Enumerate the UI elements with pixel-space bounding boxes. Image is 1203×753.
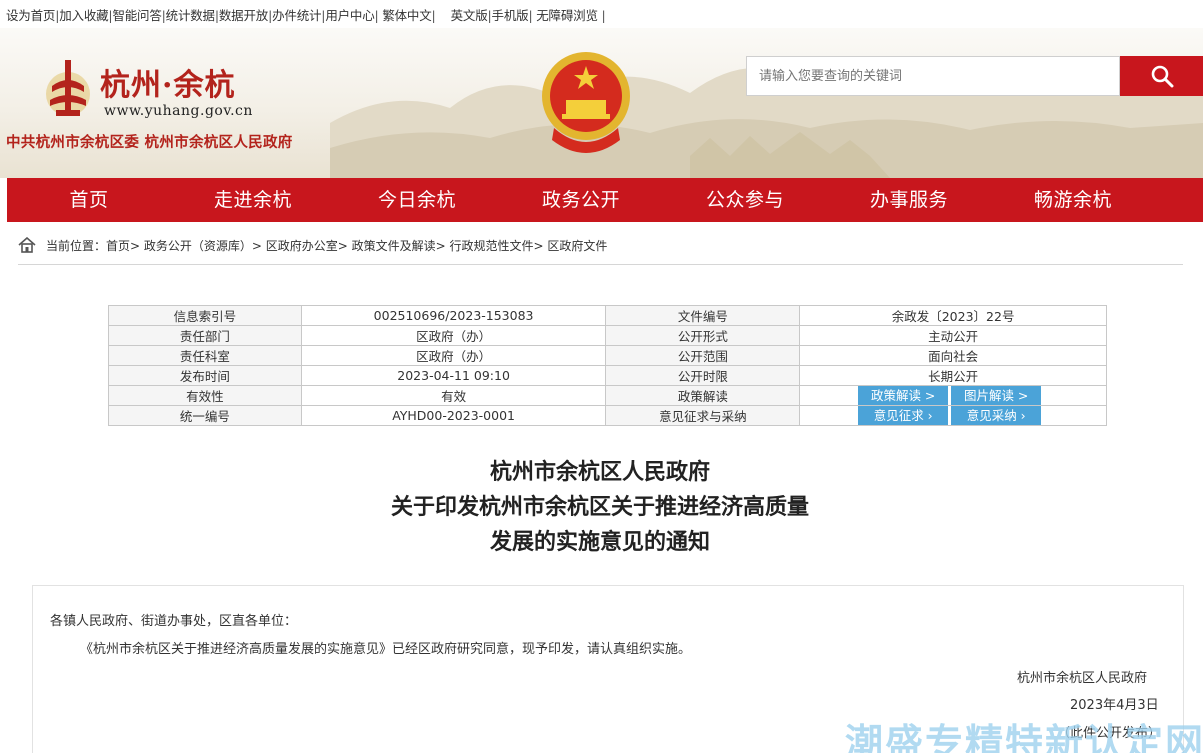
table-row: 有效性 有效 政策解读 政策解读 > 图片解读 > <box>108 385 1107 406</box>
document-title: 杭州市余杭区人民政府 关于印发杭州市余杭区关于推进经济高质量 发展的实施意见的通… <box>250 455 950 560</box>
nav-home[interactable]: 首页 <box>7 178 171 222</box>
label-validity: 有效性 <box>108 385 302 406</box>
search-input[interactable] <box>747 57 1119 95</box>
label-disclosure-period: 公开时限 <box>605 365 801 386</box>
policy-interpretation-button[interactable]: 政策解读 > <box>858 386 949 405</box>
link-english[interactable]: 英文版 <box>451 8 488 23</box>
table-row: 发布时间 2023-04-11 09:10 公开时限 长期公开 <box>108 365 1107 386</box>
label-office: 责任科室 <box>108 345 302 366</box>
link-user-center[interactable]: 用户中心 <box>325 8 374 23</box>
title-line-2: 关于印发杭州市余杭区关于推进经济高质量 <box>390 495 809 520</box>
nav-tourism[interactable]: 畅游余杭 <box>991 178 1155 222</box>
link-traditional-chinese[interactable]: 繁体中文 <box>382 8 431 23</box>
national-emblem-icon <box>542 52 630 153</box>
nav-government-affairs[interactable]: 政务公开 <box>499 178 663 222</box>
picture-interpretation-button[interactable]: 图片解读 > <box>951 386 1042 405</box>
table-row: 责任部门 区政府（办） 公开形式 主动公开 <box>108 325 1107 346</box>
link-case-stats[interactable]: 办件统计 <box>272 8 321 23</box>
label-opinion-solicitation: 意见征求与采纳 <box>605 405 801 426</box>
value-publish-time: 2023-04-11 09:10 <box>300 365 607 386</box>
value-disclosure-form: 主动公开 <box>799 325 1107 346</box>
location-icon <box>18 237 36 253</box>
value-disclosure-period: 长期公开 <box>799 365 1107 386</box>
label-index-number: 信息索引号 <box>108 305 302 326</box>
title-line-1: 杭州市余杭区人民政府 <box>489 460 710 485</box>
top-links-bar: 设为首页|加入收藏|智能问答|统计数据|数据开放|办件统计|用户中心| 繁体中文… <box>6 8 606 23</box>
value-unified-number: AYHD00-2023-0001 <box>300 405 607 426</box>
nav-services[interactable]: 办事服务 <box>827 178 991 222</box>
opinion-buttons-cell: 意见征求 › 意见采纳 › <box>799 405 1107 426</box>
nav-public-participation[interactable]: 公众参与 <box>663 178 827 222</box>
breadcrumb-path[interactable]: 当前位置：首页> 政务公开（资源库）> 区政府办公室> 政策文件及解读> 行政规… <box>46 237 607 254</box>
value-disclosure-scope: 面向社会 <box>799 345 1107 366</box>
label-disclosure-form: 公开形式 <box>605 325 801 346</box>
search-icon <box>1151 65 1173 88</box>
document-info-table: 信息索引号 002510696/2023-153083 文件编号 余政发〔202… <box>108 305 1107 426</box>
search-button[interactable] <box>1120 56 1203 96</box>
value-index-number: 002510696/2023-153083 <box>300 305 607 326</box>
nav-about-yuhang[interactable]: 走进余杭 <box>171 178 335 222</box>
search-box <box>746 56 1120 96</box>
link-mobile[interactable]: 手机版 <box>492 8 529 23</box>
label-publish-time: 发布时间 <box>108 365 302 386</box>
table-row: 统一编号 AYHD00-2023-0001 意见征求与采纳 意见征求 › 意见采纳… <box>108 405 1107 426</box>
breadcrumb: 当前位置：首页> 政务公开（资源库）> 区政府办公室> 政策文件及解读> 行政规… <box>18 235 607 255</box>
link-set-homepage[interactable]: 设为首页 <box>6 8 55 23</box>
yuhang-logo-icon <box>46 60 90 116</box>
value-file-number: 余政发〔2023〕22号 <box>799 305 1107 326</box>
link-accessibility[interactable]: 无障碍浏览 <box>536 8 598 23</box>
table-row: 信息索引号 002510696/2023-153083 文件编号 余政发〔202… <box>108 305 1107 326</box>
table-row: 责任科室 区政府（办） 公开范围 面向社会 <box>108 345 1107 366</box>
title-line-3: 发展的实施意见的通知 <box>489 530 710 555</box>
logo-url: www.yuhang.gov.cn <box>104 103 253 119</box>
document-salutation: 各镇人民政府、街道办事处，区直各单位： <box>50 614 298 629</box>
label-file-number: 文件编号 <box>605 305 801 326</box>
opinion-adoption-button[interactable]: 意见采纳 › <box>951 406 1042 425</box>
link-smart-qa[interactable]: 智能问答 <box>112 8 161 23</box>
main-nav: 首页 走进余杭 今日余杭 政务公开 公众参与 办事服务 畅游余杭 <box>7 178 1203 222</box>
opinion-solicitation-button[interactable]: 意见征求 › <box>858 406 949 425</box>
watermark: 潮盛专精特新认定网 <box>845 721 1203 753</box>
site-header: 杭州·余杭 www.yuhang.gov.cn 中共杭州市余杭区委 杭州市余杭区… <box>0 28 1203 178</box>
policy-buttons-cell: 政策解读 > 图片解读 > <box>799 385 1107 406</box>
document-signature: 杭州市余杭区人民政府 <box>1017 671 1148 686</box>
nav-today-yuhang[interactable]: 今日余杭 <box>335 178 499 222</box>
label-unified-number: 统一编号 <box>108 405 302 426</box>
mountain-landscape-background <box>330 67 1203 178</box>
link-open-data[interactable]: 数据开放 <box>219 8 268 23</box>
value-office: 区政府（办） <box>300 345 607 366</box>
breadcrumb-divider <box>18 264 1183 265</box>
value-department: 区政府（办） <box>300 325 607 346</box>
link-add-favorite[interactable]: 加入收藏 <box>59 8 108 23</box>
document-date: 2023年4月3日 <box>1070 698 1159 713</box>
link-statistics[interactable]: 统计数据 <box>166 8 215 23</box>
government-name: 中共杭州市余杭区委 杭州市余杭区人民政府 <box>6 135 293 151</box>
document-paragraph: 《杭州市余杭区关于推进经济高质量发展的实施意见》已经区政府研究同意，现予印发，请… <box>80 642 692 657</box>
value-validity: 有效 <box>300 385 607 406</box>
label-department: 责任部门 <box>108 325 302 346</box>
label-policy-interpretation: 政策解读 <box>605 385 801 406</box>
logo-title: 杭州·余杭 <box>100 68 236 103</box>
label-disclosure-scope: 公开范围 <box>605 345 801 366</box>
